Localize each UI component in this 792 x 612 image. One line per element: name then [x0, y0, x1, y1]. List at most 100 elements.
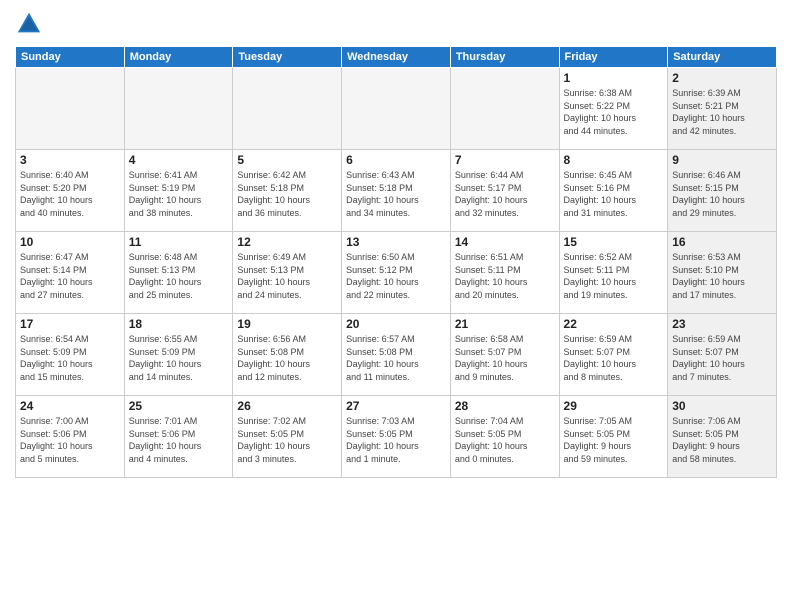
day-number: 14 — [455, 235, 555, 249]
day-info: Sunrise: 7:02 AMSunset: 5:05 PMDaylight:… — [237, 415, 337, 465]
day-number: 7 — [455, 153, 555, 167]
calendar-cell: 30 Sunrise: 7:06 AMSunset: 5:05 PMDayligh… — [668, 396, 777, 478]
page-header — [15, 10, 777, 38]
calendar-cell — [450, 68, 559, 150]
calendar-cell: 20Sunrise: 6:57 AMSunset: 5:08 PMDayligh… — [342, 314, 451, 396]
calendar-cell — [233, 68, 342, 150]
day-info: Sunrise: 6:42 AMSunset: 5:18 PMDaylight:… — [237, 169, 337, 219]
day-info: Sunrise: 6:44 AMSunset: 5:17 PMDaylight:… — [455, 169, 555, 219]
day-info: Sunrise: 6:45 AMSunset: 5:16 PMDaylight:… — [564, 169, 664, 219]
day-number: 29 — [564, 399, 664, 413]
day-info: Sunrise: 6:40 AMSunset: 5:20 PMDaylight:… — [20, 169, 120, 219]
day-info: Sunrise: 6:48 AMSunset: 5:13 PMDaylight:… — [129, 251, 229, 301]
calendar-table: SundayMondayTuesdayWednesdayThursdayFrid… — [15, 46, 777, 478]
calendar-cell: 29 Sunrise: 7:05 AMSunset: 5:05 PMDayligh… — [559, 396, 668, 478]
day-info: Sunrise: 6:46 AMSunset: 5:15 PMDaylight:… — [672, 169, 772, 219]
day-number: 6 — [346, 153, 446, 167]
weekday-header: Tuesday — [233, 47, 342, 68]
calendar-cell: 9 Sunrise: 6:46 AMSunset: 5:15 PMDaylight… — [668, 150, 777, 232]
weekday-header: Saturday — [668, 47, 777, 68]
day-info: Sunrise: 6:47 AMSunset: 5:14 PMDaylight:… — [20, 251, 120, 301]
day-number: 4 — [129, 153, 229, 167]
calendar-cell: 7 Sunrise: 6:44 AMSunset: 5:17 PMDaylight… — [450, 150, 559, 232]
calendar-cell: 16 Sunrise: 6:53 AMSunset: 5:10 PMDayligh… — [668, 232, 777, 314]
calendar-cell: 10 Sunrise: 6:47 AMSunset: 5:14 PMDayligh… — [16, 232, 125, 314]
day-number: 27 — [346, 399, 446, 413]
calendar-cell: 25Sunrise: 7:01 AMSunset: 5:06 PMDayligh… — [124, 396, 233, 478]
day-info: Sunrise: 6:41 AMSunset: 5:19 PMDaylight:… — [129, 169, 229, 219]
day-number: 24 — [20, 399, 120, 413]
weekday-header: Wednesday — [342, 47, 451, 68]
calendar-cell: 8 Sunrise: 6:45 AMSunset: 5:16 PMDaylight… — [559, 150, 668, 232]
day-number: 8 — [564, 153, 664, 167]
calendar-cell: 18 Sunrise: 6:55 AMSunset: 5:09 PMDayligh… — [124, 314, 233, 396]
day-number: 21 — [455, 317, 555, 331]
calendar-cell: 14 Sunrise: 6:51 AMSunset: 5:11 PMDayligh… — [450, 232, 559, 314]
day-number: 11 — [129, 235, 229, 249]
day-number: 12 — [237, 235, 337, 249]
day-info: Sunrise: 6:39 AMSunset: 5:21 PMDaylight:… — [672, 87, 772, 137]
calendar-cell: 19 Sunrise: 6:56 AMSunset: 5:08 PMDayligh… — [233, 314, 342, 396]
day-number: 23 — [672, 317, 772, 331]
calendar-cell: 24 Sunrise: 7:00 AMSunset: 5:06 PMDayligh… — [16, 396, 125, 478]
calendar-cell: 2 Sunrise: 6:39 AMSunset: 5:21 PMDaylight… — [668, 68, 777, 150]
day-info: Sunrise: 6:55 AMSunset: 5:09 PMDaylight:… — [129, 333, 229, 383]
day-number: 5 — [237, 153, 337, 167]
day-number: 1 — [564, 71, 664, 85]
calendar-week-row: 17 Sunrise: 6:54 AMSunset: 5:09 PMDayligh… — [16, 314, 777, 396]
calendar-cell: 6 Sunrise: 6:43 AMSunset: 5:18 PMDaylight… — [342, 150, 451, 232]
calendar-cell: 21Sunrise: 6:58 AMSunset: 5:07 PMDayligh… — [450, 314, 559, 396]
day-number: 3 — [20, 153, 120, 167]
day-number: 15 — [564, 235, 664, 249]
calendar-week-row: 3 Sunrise: 6:40 AMSunset: 5:20 PMDaylight… — [16, 150, 777, 232]
day-info: Sunrise: 7:05 AMSunset: 5:05 PMDaylight:… — [564, 415, 664, 465]
weekday-header: Thursday — [450, 47, 559, 68]
calendar-cell: 13 Sunrise: 6:50 AMSunset: 5:12 PMDayligh… — [342, 232, 451, 314]
calendar-cell: 4 Sunrise: 6:41 AMSunset: 5:19 PMDaylight… — [124, 150, 233, 232]
calendar-cell — [124, 68, 233, 150]
day-info: Sunrise: 6:54 AMSunset: 5:09 PMDaylight:… — [20, 333, 120, 383]
day-number: 10 — [20, 235, 120, 249]
day-number: 2 — [672, 71, 772, 85]
logo — [15, 10, 47, 38]
day-info: Sunrise: 7:04 AMSunset: 5:05 PMDaylight:… — [455, 415, 555, 465]
day-info: Sunrise: 6:52 AMSunset: 5:11 PMDaylight:… — [564, 251, 664, 301]
day-number: 13 — [346, 235, 446, 249]
calendar-cell — [342, 68, 451, 150]
day-info: Sunrise: 7:03 AMSunset: 5:05 PMDaylight:… — [346, 415, 446, 465]
logo-icon — [15, 10, 43, 38]
day-number: 16 — [672, 235, 772, 249]
day-number: 30 — [672, 399, 772, 413]
day-info: Sunrise: 7:00 AMSunset: 5:06 PMDaylight:… — [20, 415, 120, 465]
calendar-cell: 3 Sunrise: 6:40 AMSunset: 5:20 PMDaylight… — [16, 150, 125, 232]
day-number: 22 — [564, 317, 664, 331]
calendar-cell: 12Sunrise: 6:49 AMSunset: 5:13 PMDayligh… — [233, 232, 342, 314]
calendar-cell: 22 Sunrise: 6:59 AMSunset: 5:07 PMDayligh… — [559, 314, 668, 396]
weekday-header: Friday — [559, 47, 668, 68]
day-number: 28 — [455, 399, 555, 413]
day-info: Sunrise: 7:06 AMSunset: 5:05 PMDaylight:… — [672, 415, 772, 465]
day-info: Sunrise: 7:01 AMSunset: 5:06 PMDaylight:… — [129, 415, 229, 465]
day-info: Sunrise: 6:57 AMSunset: 5:08 PMDaylight:… — [346, 333, 446, 383]
day-info: Sunrise: 6:43 AMSunset: 5:18 PMDaylight:… — [346, 169, 446, 219]
day-info: Sunrise: 6:50 AMSunset: 5:12 PMDaylight:… — [346, 251, 446, 301]
calendar-week-row: 24 Sunrise: 7:00 AMSunset: 5:06 PMDayligh… — [16, 396, 777, 478]
day-number: 17 — [20, 317, 120, 331]
day-number: 26 — [237, 399, 337, 413]
day-info: Sunrise: 6:51 AMSunset: 5:11 PMDaylight:… — [455, 251, 555, 301]
calendar-cell: 28 Sunrise: 7:04 AMSunset: 5:05 PMDayligh… — [450, 396, 559, 478]
calendar-cell — [16, 68, 125, 150]
day-info: Sunrise: 6:59 AMSunset: 5:07 PMDaylight:… — [672, 333, 772, 383]
day-info: Sunrise: 6:53 AMSunset: 5:10 PMDaylight:… — [672, 251, 772, 301]
calendar-cell: 11 Sunrise: 6:48 AMSunset: 5:13 PMDayligh… — [124, 232, 233, 314]
calendar-cell: 17 Sunrise: 6:54 AMSunset: 5:09 PMDayligh… — [16, 314, 125, 396]
weekday-header: Sunday — [16, 47, 125, 68]
day-info: Sunrise: 6:56 AMSunset: 5:08 PMDaylight:… — [237, 333, 337, 383]
day-info: Sunrise: 6:59 AMSunset: 5:07 PMDaylight:… — [564, 333, 664, 383]
calendar-week-row: 10 Sunrise: 6:47 AMSunset: 5:14 PMDayligh… — [16, 232, 777, 314]
calendar-cell: 1Sunrise: 6:38 AMSunset: 5:22 PMDaylight… — [559, 68, 668, 150]
day-number: 9 — [672, 153, 772, 167]
day-number: 18 — [129, 317, 229, 331]
calendar-page: SundayMondayTuesdayWednesdayThursdayFrid… — [0, 0, 792, 612]
day-number: 19 — [237, 317, 337, 331]
